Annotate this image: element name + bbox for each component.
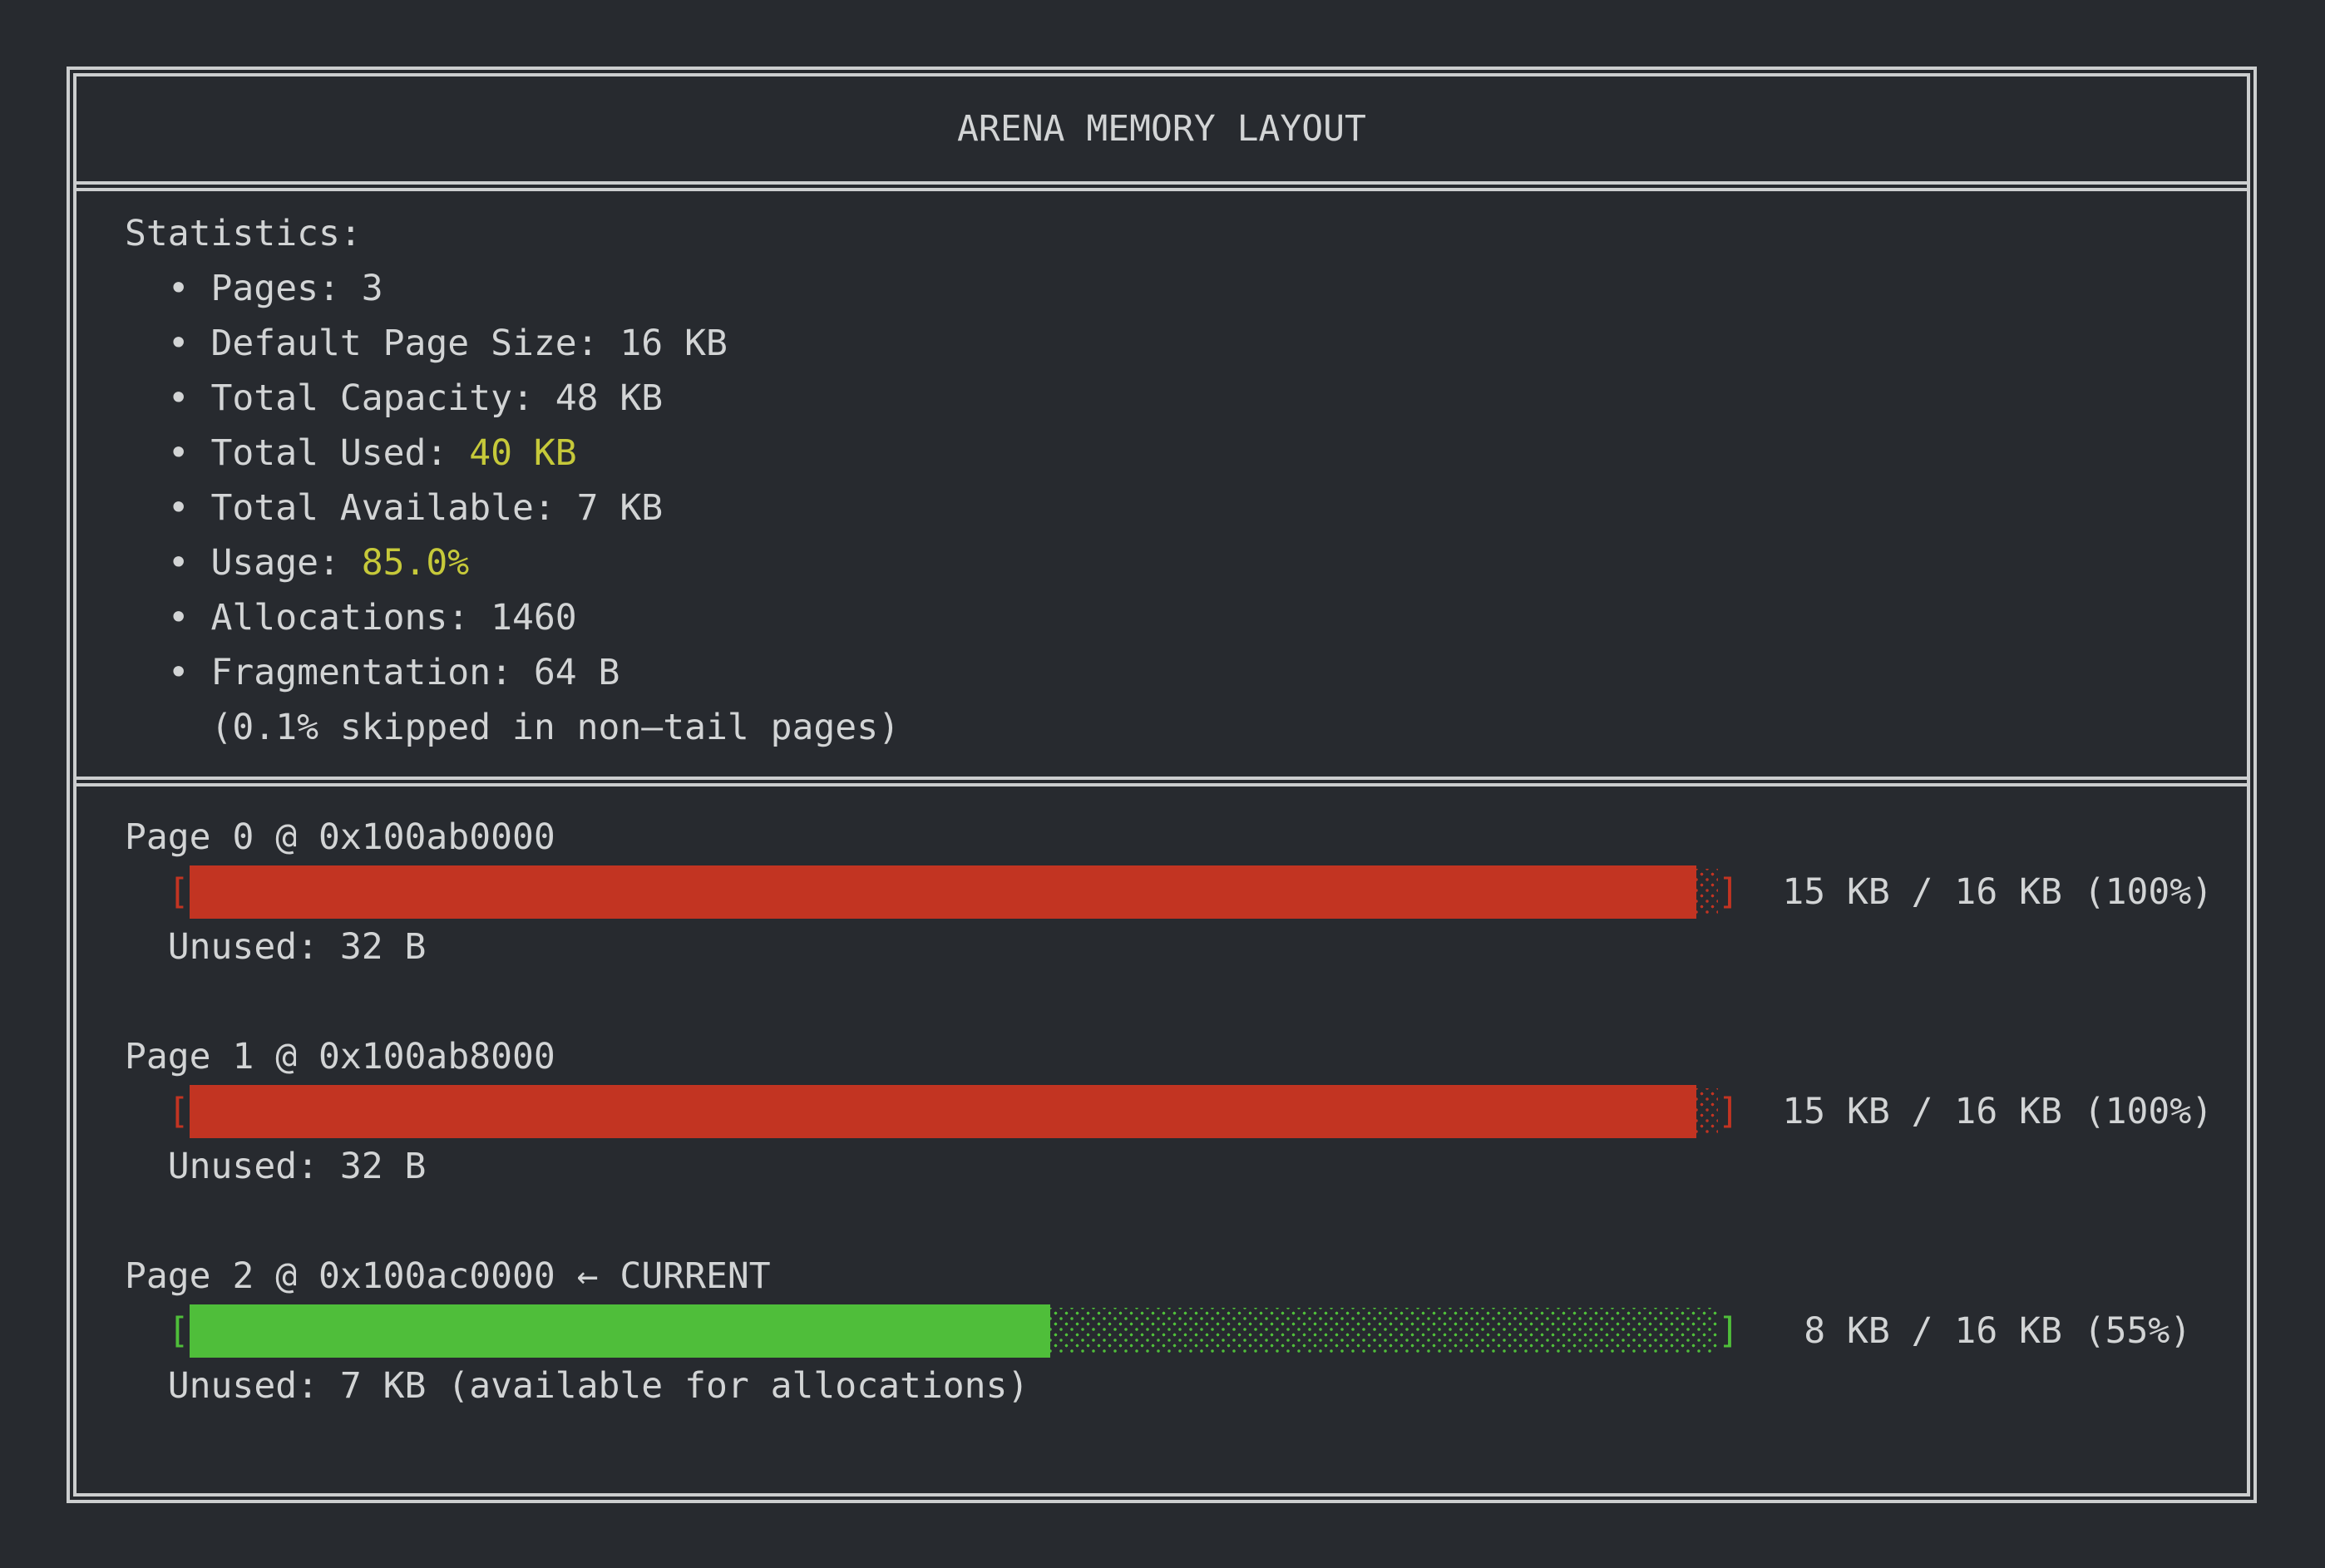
stat-line-total-used: • Total Used: 40 KB: [125, 426, 2247, 481]
page-1-header: Page 1 @ 0x100ab8000: [125, 1029, 2247, 1084]
bar-open-bracket: [: [168, 865, 190, 920]
stat-text: Fragmentation: 64 B: [211, 652, 620, 693]
stat-text: Allocations: 1460: [211, 597, 577, 639]
stat-text: Usage:: [211, 542, 362, 584]
page-2-unused: Unused: 7 KB (available for allocations): [125, 1358, 2247, 1413]
stat-highlight: 40 KB: [469, 432, 576, 474]
page-2-group: Page 2 @ 0x100ac0000 ← CURRENT [] 8 KB /…: [125, 1249, 2247, 1413]
page-0-unused: Unused: 32 B: [125, 920, 2247, 974]
stat-line-pages: • Pages: 3: [125, 261, 2247, 316]
bullet-icon: •: [168, 377, 190, 419]
usage-label: 15 KB / 16 KB (100%): [1782, 1091, 2213, 1132]
bar-free-segment: [1050, 1308, 1718, 1354]
stat-text: Total Available: 7 KB: [211, 487, 664, 529]
bar-open-bracket: [: [168, 1084, 190, 1139]
page-1-unused: Unused: 32 B: [125, 1139, 2247, 1194]
bullet-icon: •: [168, 432, 190, 474]
stat-text: Total Used:: [211, 432, 470, 474]
page-1-usage-bar: [] 15 KB / 16 KB (100%): [125, 1084, 2247, 1139]
page-0-header: Page 0 @ 0x100ab0000: [125, 810, 2247, 865]
stat-text: Pages: 3: [211, 268, 383, 309]
page-2-usage-bar: [] 8 KB / 16 KB (55%): [125, 1304, 2247, 1358]
page-0-usage-bar: [] 15 KB / 16 KB (100%): [125, 865, 2247, 920]
bullet-icon: •: [168, 597, 190, 639]
page-1-group: Page 1 @ 0x100ab8000 [] 15 KB / 16 KB (10…: [125, 1029, 2247, 1194]
stat-line-allocations: • Allocations: 1460: [125, 590, 2247, 645]
statistics-section: Statistics: • Pages: 3 • Default Page Size…: [77, 181, 2247, 777]
bullet-icon: •: [168, 542, 190, 584]
bar-used-segment: [190, 1085, 1696, 1138]
stat-line-default-page-size: • Default Page Size: 16 KB: [125, 316, 2247, 371]
page-2-header: Page 2 @ 0x100ac0000 ← CURRENT: [125, 1249, 2247, 1304]
bar-close-bracket: ]: [1718, 1304, 1740, 1358]
page-0-group: Page 0 @ 0x100ab0000 [] 15 KB / 16 KB (10…: [125, 810, 2247, 974]
usage-label: 8 KB / 16 KB (55%): [1782, 1310, 2191, 1352]
stat-highlight: 85.0%: [362, 542, 469, 584]
fragmentation-footnote: (0.1% skipped in non–tail pages): [125, 700, 2247, 755]
page-title: ARENA MEMORY LAYOUT: [957, 108, 1366, 150]
bullet-icon: •: [168, 652, 190, 693]
arena-memory-layout-panel: ARENA MEMORY LAYOUT Statistics: • Pages: …: [67, 67, 2257, 1503]
stat-line-fragmentation: • Fragmentation: 64 B: [125, 645, 2247, 700]
bar-open-bracket: [: [168, 1304, 190, 1358]
stat-line-usage: • Usage: 85.0%: [125, 535, 2247, 590]
bar-used-segment: [190, 865, 1696, 919]
bar-partial-segment: [1696, 869, 1718, 915]
bar-close-bracket: ]: [1718, 1084, 1740, 1139]
bar-used-segment: [190, 1304, 1051, 1358]
bullet-icon: •: [168, 268, 190, 309]
title-bar: ARENA MEMORY LAYOUT: [77, 76, 2247, 181]
pages-section: Page 0 @ 0x100ab0000 [] 15 KB / 16 KB (10…: [77, 777, 2247, 1413]
stat-text: Default Page Size: 16 KB: [211, 323, 728, 364]
stat-line-total-capacity: • Total Capacity: 48 KB: [125, 371, 2247, 426]
stat-line-total-available: • Total Available: 7 KB: [125, 481, 2247, 535]
bar-partial-segment: [1696, 1088, 1718, 1135]
bullet-icon: •: [168, 487, 190, 529]
stat-text: Total Capacity: 48 KB: [211, 377, 664, 419]
usage-label: 15 KB / 16 KB (100%): [1782, 871, 2213, 913]
bar-close-bracket: ]: [1718, 865, 1740, 920]
statistics-heading: Statistics:: [125, 206, 2247, 261]
bullet-icon: •: [168, 323, 190, 364]
